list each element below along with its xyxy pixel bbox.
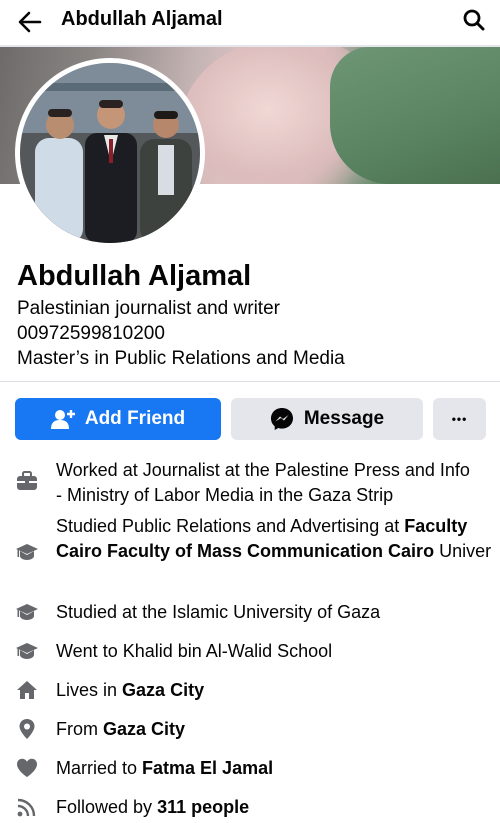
work-detail-line: Worked at Journalist at the Palestine Pr… [56, 460, 470, 480]
profile-picture[interactable] [15, 58, 205, 248]
followers-detail: Followed by 311 people [56, 795, 249, 820]
arrow-left-icon[interactable] [14, 6, 46, 38]
top-bar: Abdullah Aljamal [0, 0, 500, 44]
profile-name: Abdullah Aljamal [17, 260, 252, 292]
messenger-icon [270, 408, 293, 430]
more-icon: ••• [451, 412, 468, 426]
education-text: Studied Public Relations and Advertising… [56, 516, 405, 536]
from-label: From [56, 719, 103, 739]
partner-link[interactable]: Fatma El Jamal [142, 758, 273, 778]
followers-label: Followed by [56, 797, 158, 817]
education-detail-line: Went to Khalid bin Al-Walid School [56, 641, 333, 661]
graduation-cap-icon [16, 643, 38, 659]
profile-photo [20, 63, 200, 243]
page-title: Abdullah Aljamal [61, 8, 223, 30]
graduation-cap-icon [16, 544, 38, 560]
message-label: Message [303, 408, 385, 429]
briefcase-icon [17, 471, 37, 490]
lives-detail: Lives in Gaza City [56, 678, 204, 703]
graduation-cap-icon [16, 604, 38, 620]
rss-icon [17, 798, 36, 817]
add-friend-label: Add Friend [84, 408, 186, 429]
work-detail-line: - Ministry of Labor Media in the Gaza St… [56, 485, 394, 505]
heart-icon [17, 758, 37, 777]
followers-link[interactable]: 311 people [157, 797, 249, 817]
search-icon[interactable] [460, 6, 488, 34]
relationship-detail: Married to Fatma El Jamal [56, 756, 273, 781]
section-divider [0, 381, 500, 382]
bio-line: Master’s in Public Relations and Media [17, 348, 345, 369]
bio-line: Palestinian journalist and writer [17, 298, 280, 319]
relationship-label: Married to [56, 758, 143, 778]
school-link[interactable]: Cairo Faculty of Mass Communication Cair… [56, 541, 434, 561]
school-link[interactable]: Faculty [404, 516, 467, 536]
education-text: Univer [434, 541, 492, 561]
profile-photo-illustration [20, 63, 200, 243]
education-detail-line: Cairo Faculty of Mass Communication Cair… [56, 539, 491, 564]
lives-place-link[interactable]: Gaza City [122, 680, 204, 700]
more-options-button[interactable]: ••• [433, 398, 486, 440]
lives-label: Lives in [56, 680, 123, 700]
person-plus-icon [50, 410, 75, 429]
education-detail-line: Studied at the Islamic University of Gaz… [56, 602, 381, 622]
add-friend-button[interactable]: Add Friend [15, 398, 221, 440]
bio-line: 00972599810200 [17, 323, 165, 344]
from-place-link[interactable]: Gaza City [103, 719, 185, 739]
from-detail: From Gaza City [56, 717, 185, 742]
cover-photo-detail [330, 47, 500, 184]
location-pin-icon [19, 719, 35, 739]
education-detail-line: Studied Public Relations and Advertising… [56, 514, 467, 539]
message-button[interactable]: Message [231, 398, 423, 440]
home-icon [17, 681, 37, 699]
